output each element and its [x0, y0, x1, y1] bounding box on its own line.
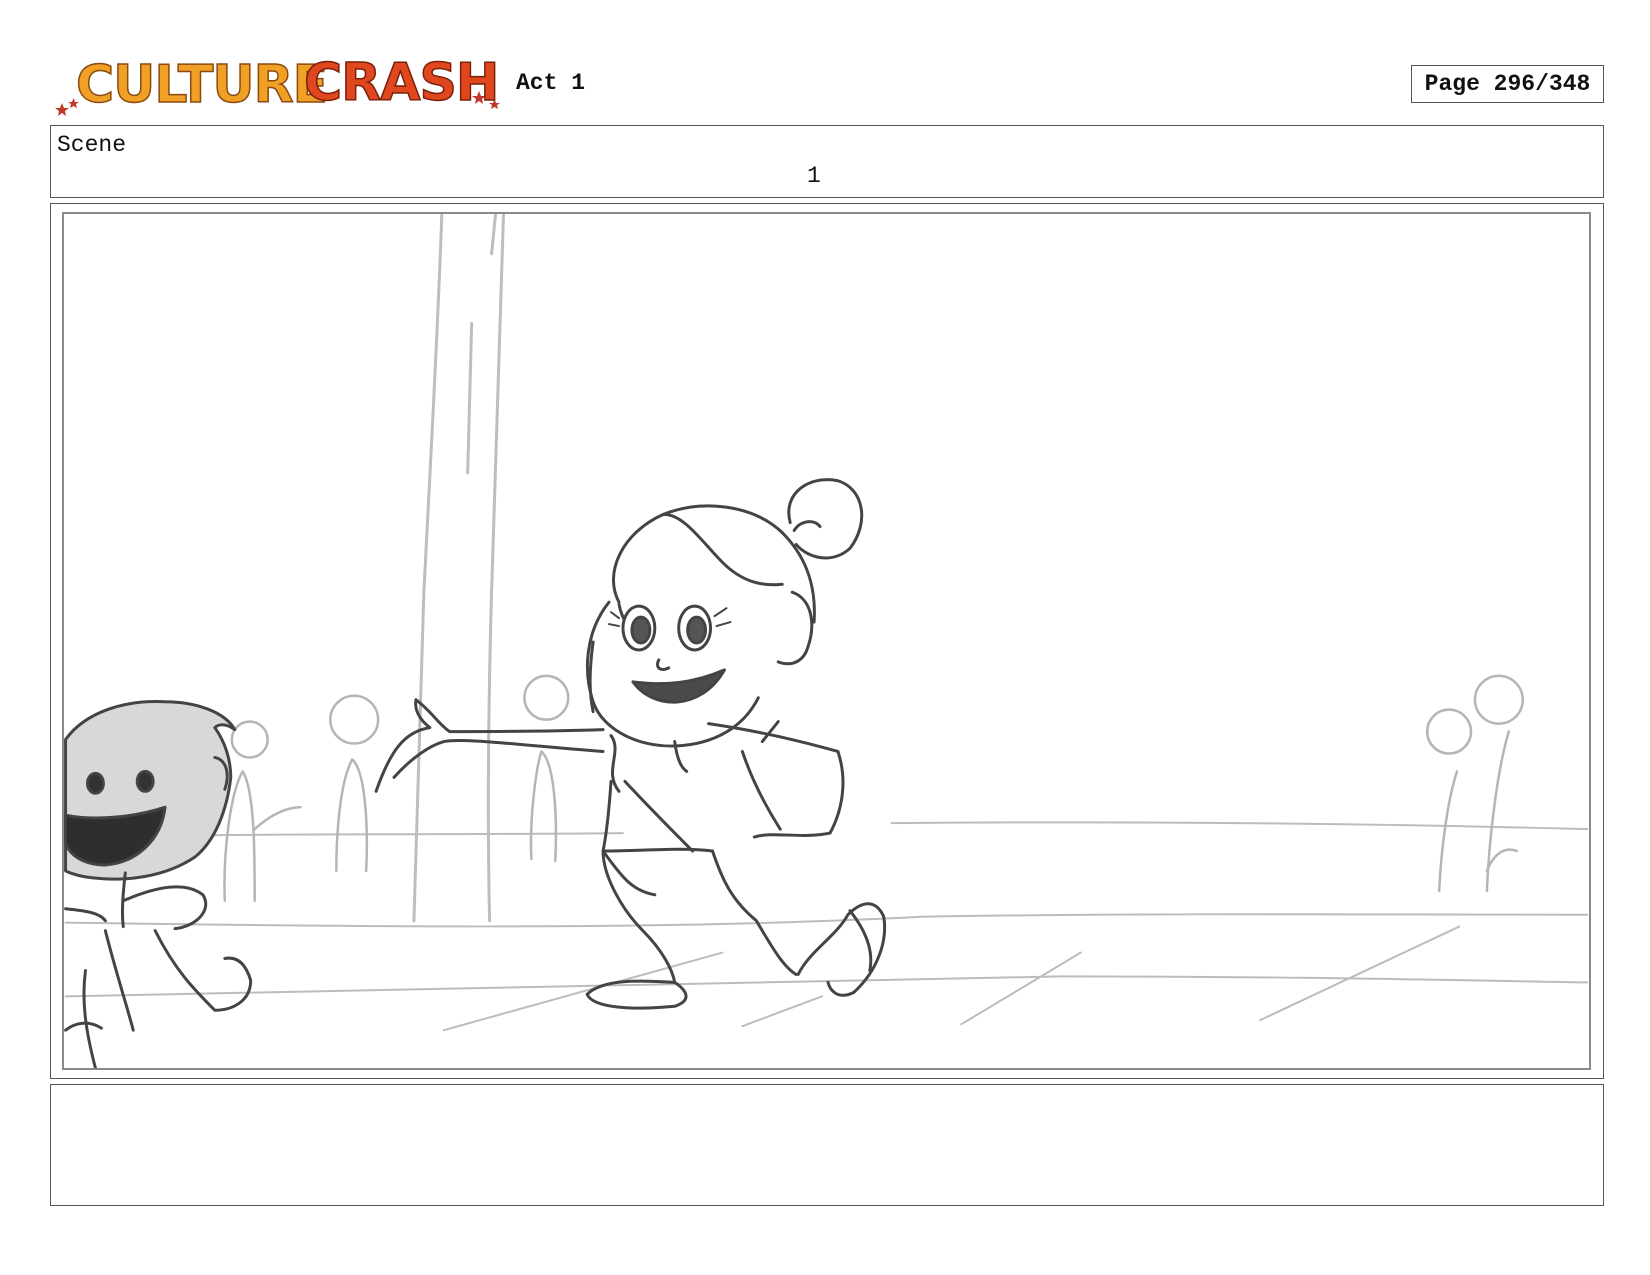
scene-label: Scene [57, 132, 127, 158]
panel-sketch [64, 214, 1589, 1068]
svg-text:CULTURE: CULTURE [76, 55, 327, 115]
storyboard-frame [62, 212, 1591, 1070]
page-number: Page 296/348 [1411, 65, 1604, 103]
storyboard-panel [50, 203, 1604, 1079]
act-label: Act 1 [516, 70, 586, 96]
character-boy [64, 700, 253, 1068]
svg-text:CRASH: CRASH [304, 53, 498, 113]
background-tree [412, 214, 506, 923]
main-character-girl [374, 478, 887, 1010]
background-ground [64, 821, 1589, 1032]
scene-field: Scene 1 [50, 125, 1604, 198]
culture-crash-logo: CULTURE CRASH [52, 50, 502, 120]
logo-artwork: CULTURE CRASH [55, 52, 500, 116]
notes-field [50, 1084, 1604, 1206]
scene-number: 1 [807, 163, 821, 189]
